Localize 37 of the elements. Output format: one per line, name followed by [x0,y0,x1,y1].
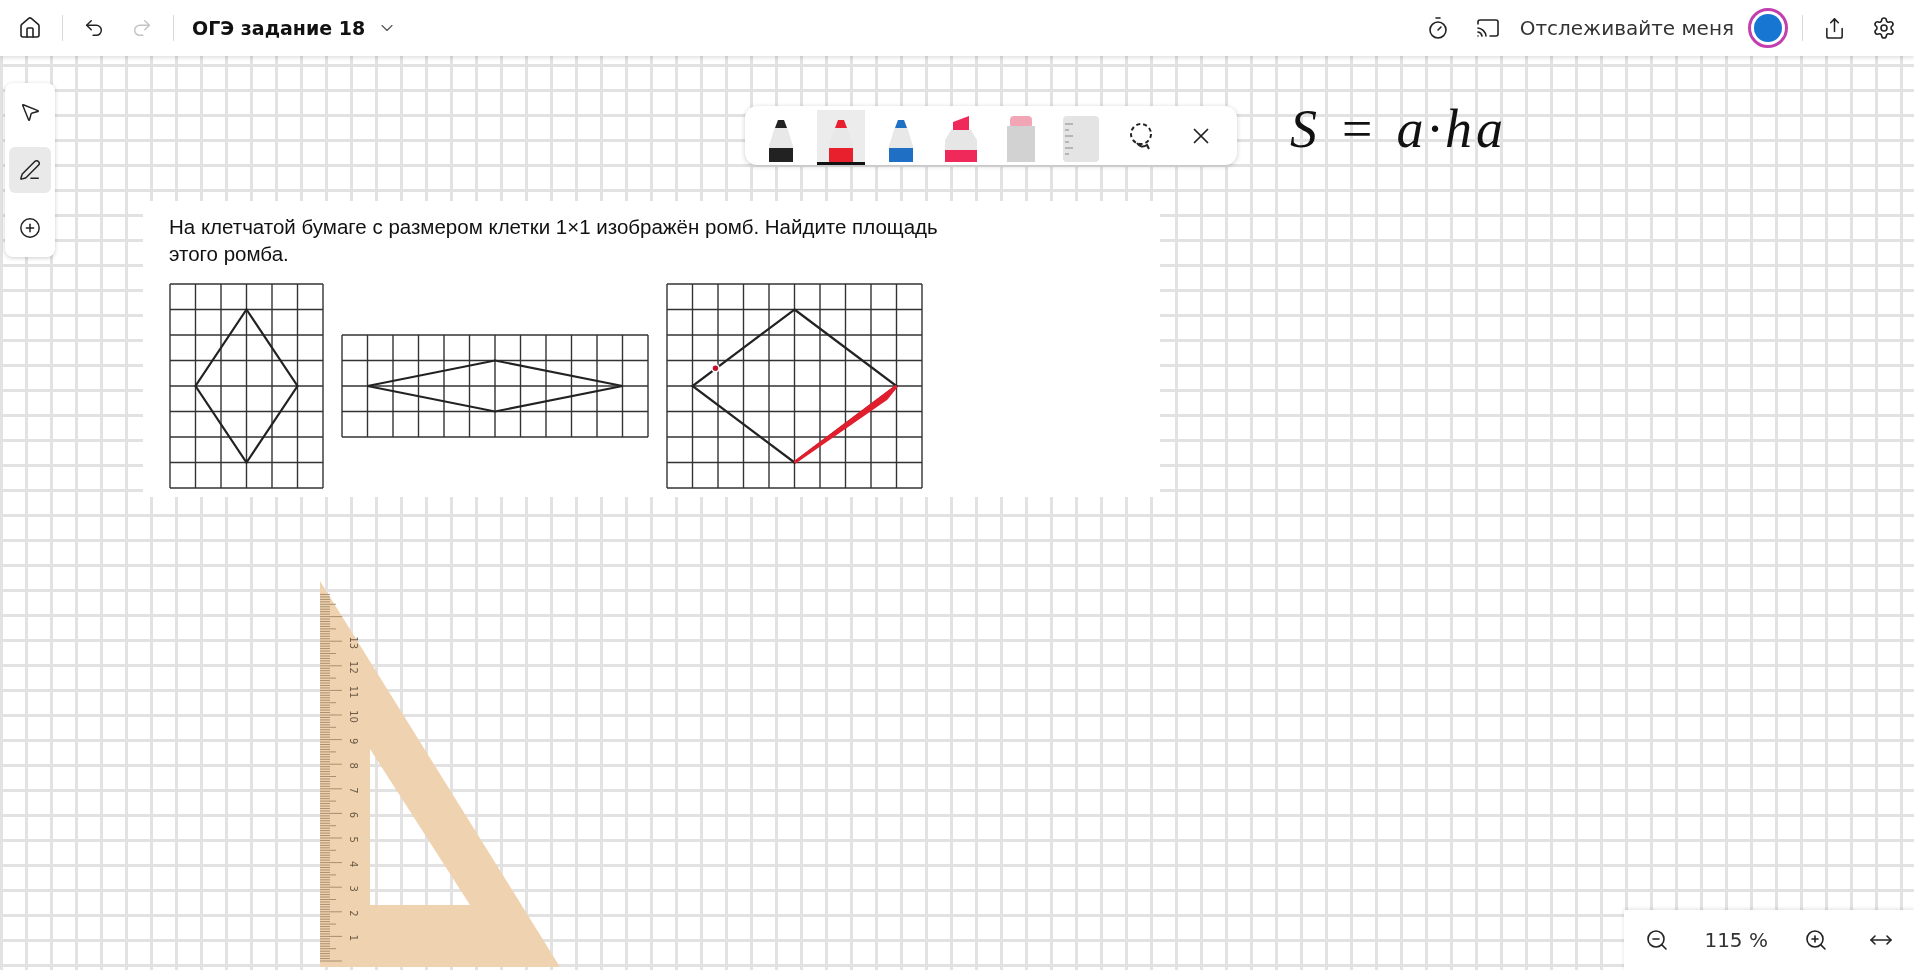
redo-icon [131,17,153,39]
share-icon [1823,16,1846,40]
ruler-icon [1063,116,1099,162]
ruler-number: 4 [348,861,359,868]
highlighter-icon [943,116,979,162]
ruler-number: 13 [348,636,359,650]
ruler-number: 2 [348,910,359,917]
pen-tool-button[interactable] [9,147,51,193]
ruler-number: 10 [348,710,359,723]
ruler-number: 7 [348,787,359,794]
handwritten-formula: S = a·ha [1290,98,1507,160]
ruler-number: 9 [348,738,359,745]
screen-cast-icon [1475,16,1500,40]
board-title-dropdown[interactable]: ОГЭ задание 18 [188,13,402,43]
settings-icon [1872,16,1896,40]
ruler-number: 11 [348,685,359,699]
ruler-number: 1 [348,934,359,942]
zoom-level-text: 115 % [1704,928,1768,952]
ruler-number: 6 [348,811,359,819]
ruler-number: 12 [348,661,359,674]
home-icon [18,16,42,40]
zoom-out-icon [1644,928,1669,952]
undo-icon [83,17,105,39]
plus-circle-icon [19,217,41,239]
ruler-number: 5 [348,836,359,843]
ruler-number: 3 [348,885,359,892]
pen-icon [19,159,41,181]
question-text: На клетчатой бумаге с размером клетки 1×1 изображён ромб. Найдите площадь этого ромба. [169,214,939,267]
user-avatar[interactable] [1748,8,1788,48]
pen-button[interactable] [817,110,865,165]
ruler-number: 8 [348,762,359,769]
eraser-icon [1007,116,1035,162]
follow-me-label: Отслеживайте меня [1519,16,1734,40]
set-square-drawing[interactable]: 1 2 3 4 5 6 7 8 9 10 11 12 13 [320,581,560,969]
lasso-icon [1127,120,1155,151]
zoom-in-icon [1803,928,1828,952]
pointer-icon [19,101,41,123]
